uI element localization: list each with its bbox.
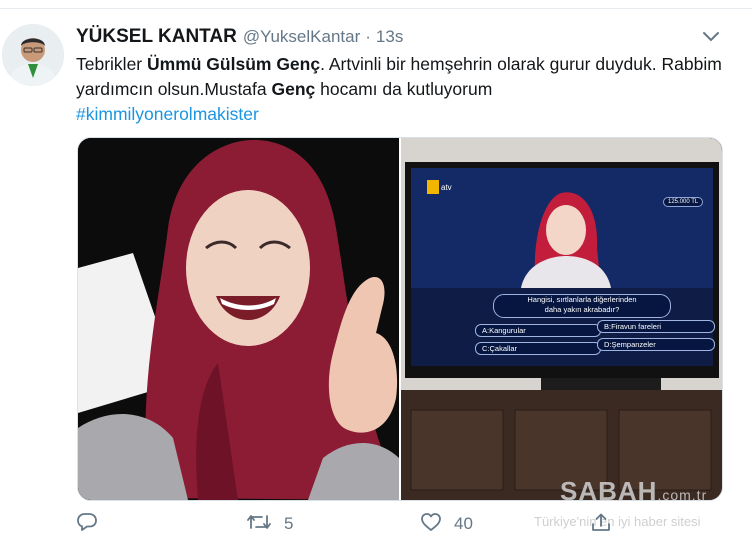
sabah-watermark-logo: SABAH.com.tr [560, 476, 707, 507]
like-icon [420, 512, 454, 537]
text-part-1: Tebrikler [76, 54, 147, 74]
tv-question-line-2: daha yakın akrabadır? [544, 305, 620, 314]
author-name[interactable]: YÜKSEL KANTAR [76, 26, 237, 48]
tv-channel-logo: atv [441, 183, 452, 192]
chevron-down-icon[interactable] [702, 30, 720, 44]
tv-answer-d: D:Şempanzeler [597, 338, 715, 351]
tv-answer-a: A:Kangurular [475, 324, 601, 337]
tweet-header: YÜKSEL KANTAR @YukselKantar · 13s [76, 24, 403, 50]
reply-icon [76, 512, 110, 537]
share-button[interactable] [590, 510, 624, 538]
tweet-media[interactable]: atv 125.000 TL Hangisi, sırtlanlarla diğ… [77, 137, 723, 501]
retweet-button[interactable]: 5 [246, 510, 293, 538]
tv-question-box: Hangisi, sırtlanlarla diğerlerinden daha… [493, 294, 671, 318]
contestant-photo[interactable] [78, 138, 399, 500]
reply-button[interactable] [76, 510, 110, 538]
hashtag-link[interactable]: #kimmilyonerolmakister [76, 104, 259, 124]
watermark-logo-text: SABAH [560, 476, 658, 506]
share-icon [590, 512, 624, 537]
like-count: 40 [454, 514, 473, 533]
like-button[interactable]: 40 [420, 510, 473, 538]
tv-answer-b: B:Firavun fareleri [597, 320, 715, 333]
tweet-text: Tebrikler Ümmü Gülsüm Genç. Artvinli bir… [76, 52, 736, 127]
watermark-domain: .com.tr [657, 487, 708, 503]
tweet-time[interactable]: 13s [376, 27, 403, 47]
retweet-icon [246, 512, 284, 537]
mention-name-bold: Ümmü Gülsüm Genç [147, 54, 321, 74]
separator-dot: · [365, 27, 371, 46]
tweet-actions: 5 40 [76, 510, 676, 538]
top-divider [0, 0, 752, 9]
author-handle[interactable]: @YukselKantar [243, 27, 360, 47]
retweet-count: 5 [284, 514, 294, 533]
surname-bold: Genç [271, 79, 316, 99]
text-part-3: hocamı da kutluyorum [315, 79, 493, 99]
avatar[interactable] [2, 24, 64, 86]
tv-answer-c: C:Çakallar [475, 342, 601, 355]
tv-photo[interactable]: atv 125.000 TL Hangisi, sırtlanlarla diğ… [401, 138, 722, 500]
tv-prize: 125.000 TL [663, 197, 704, 207]
tv-question-line-1: Hangisi, sırtlanlarla diğerlerinden [527, 295, 637, 304]
